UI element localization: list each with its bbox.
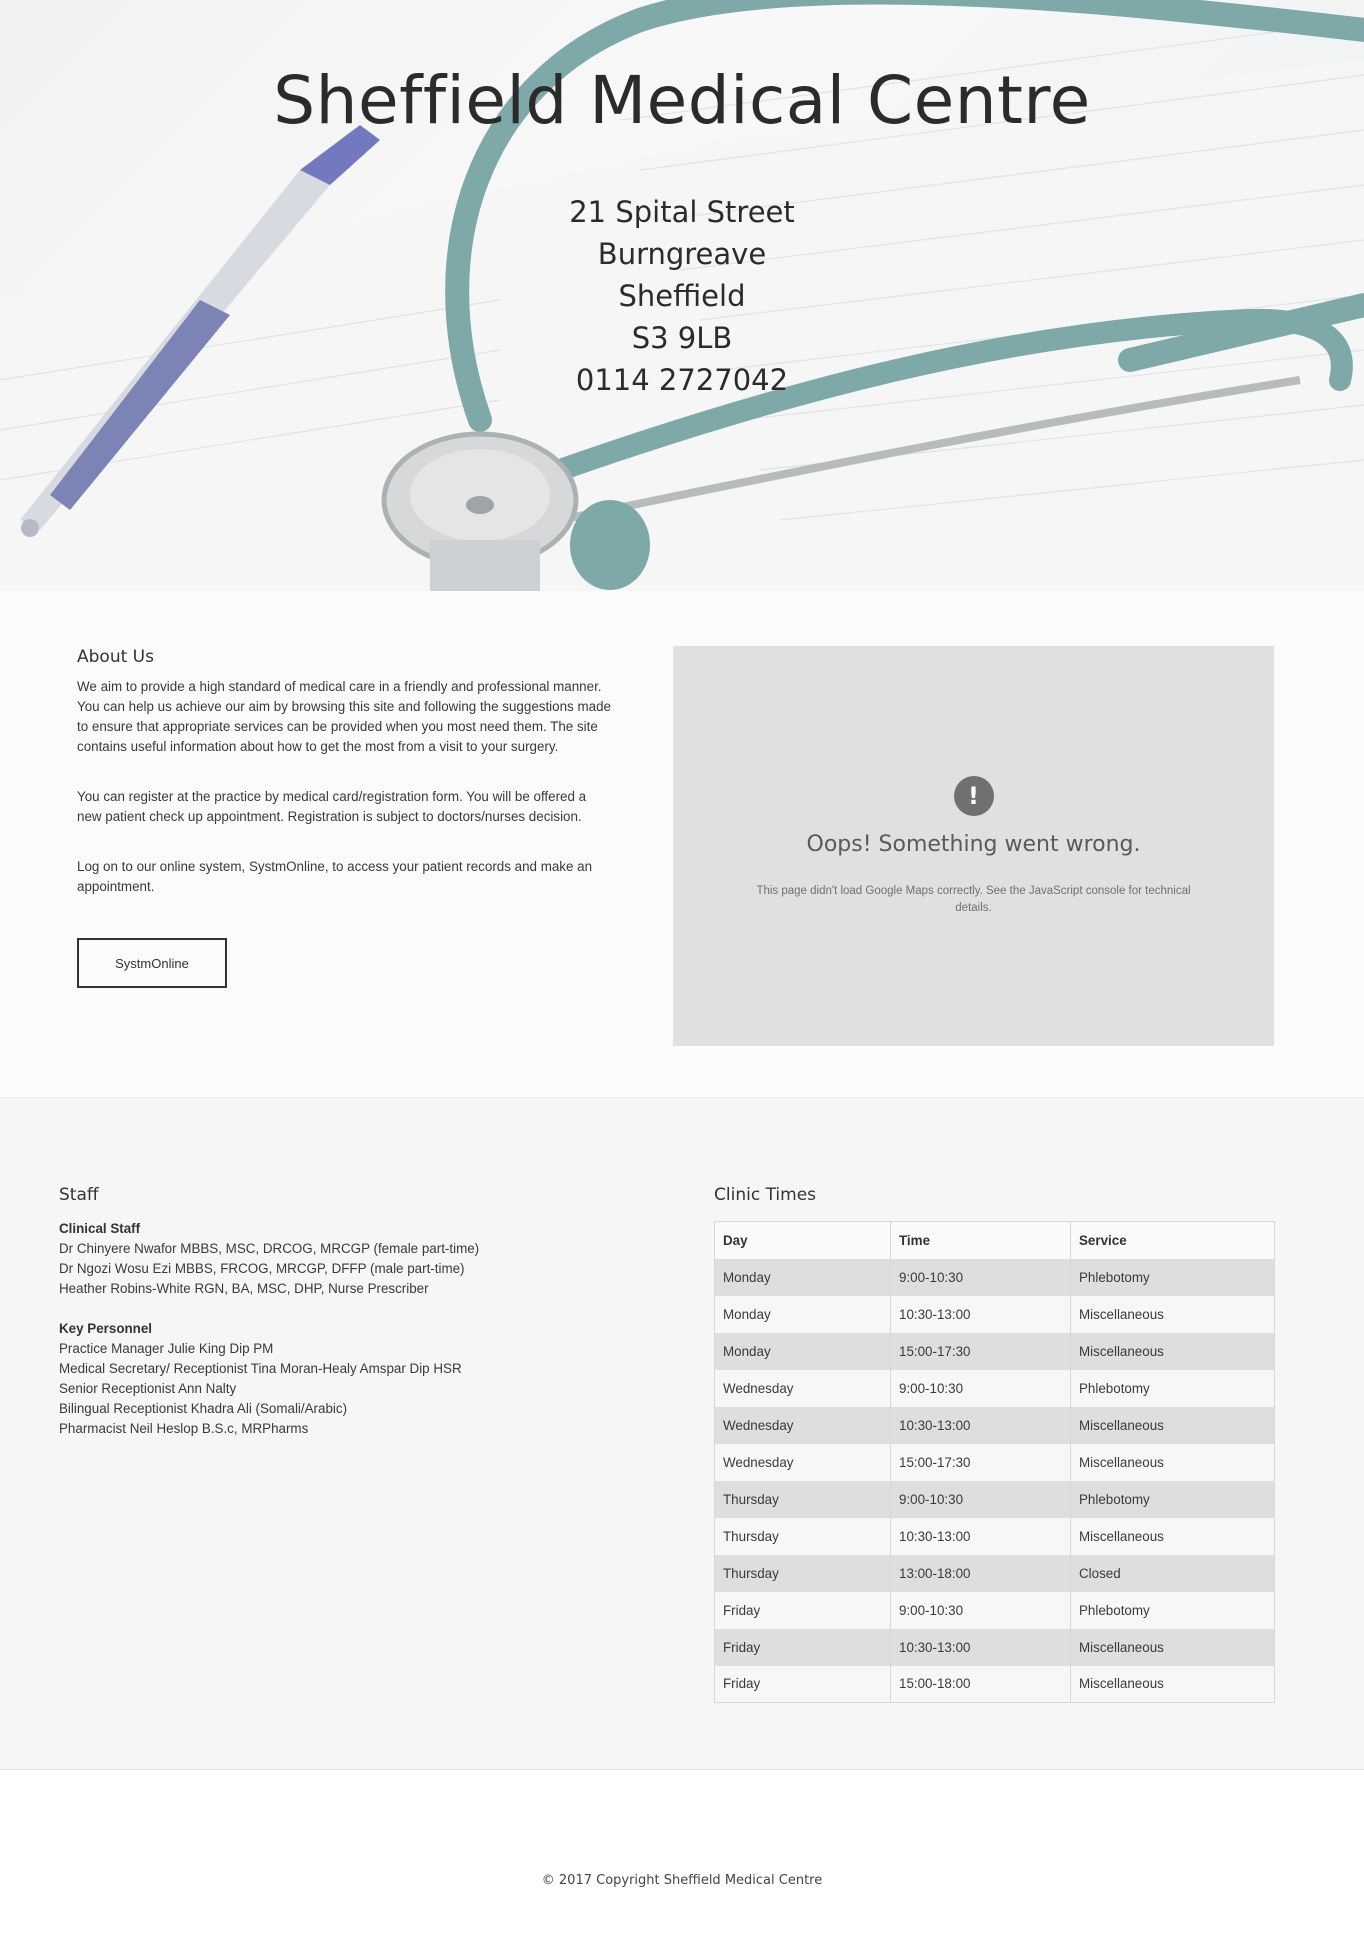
hero-banner: Sheffield Medical Centre 21 Spital Stree… bbox=[0, 0, 1364, 591]
staff-member: Heather Robins-White RGN, BA, MSC, DHP, … bbox=[59, 1281, 429, 1296]
clinic-times: Clinic Times Day Time Service Monday 9:00… bbox=[714, 1185, 1275, 1703]
clinic-times-table: Day Time Service Monday 9:00-10:30 Phlebot… bbox=[714, 1221, 1275, 1703]
cell-day: Thursday bbox=[714, 1480, 891, 1518]
table-row: Friday 15:00-18:00 Miscellaneous bbox=[714, 1665, 1275, 1703]
staff-member: Dr Chinyere Nwafor MBBS, MSC, DRCOG, MRC… bbox=[59, 1241, 480, 1256]
about-paragraph: You can register at the practice by medi… bbox=[77, 789, 587, 824]
cell-service: Miscellaneous bbox=[1070, 1443, 1275, 1481]
cell-time: 10:30-13:00 bbox=[890, 1628, 1071, 1666]
cell-service: Miscellaneous bbox=[1070, 1406, 1275, 1444]
staff-member: Pharmacist Neil Heslop B.S.c, MRPharms bbox=[59, 1421, 309, 1436]
about-paragraph: We aim to provide a high standard of med… bbox=[77, 679, 611, 754]
address-line-area: Burngreave bbox=[597, 237, 767, 271]
staff-member: Senior Receptionist Ann Nalty bbox=[59, 1381, 237, 1396]
cell-time: 10:30-13:00 bbox=[890, 1295, 1071, 1333]
map-embed[interactable]: ! Oops! Something went wrong. This page … bbox=[673, 646, 1274, 1046]
cell-time: 9:00-10:30 bbox=[890, 1369, 1071, 1407]
cell-service: Phlebotomy bbox=[1070, 1369, 1275, 1407]
staff-member: Bilingual Receptionist Khadra Ali (Somal… bbox=[59, 1401, 348, 1416]
cell-service: Miscellaneous bbox=[1070, 1517, 1275, 1555]
table-row: Wednesday 9:00-10:30 Phlebotomy bbox=[714, 1369, 1275, 1407]
staff-clinic-section: Staff Clinical Staff Dr Chinyere Nwafor … bbox=[0, 1098, 1364, 1770]
cell-day: Thursday bbox=[714, 1517, 891, 1555]
cell-day: Monday bbox=[714, 1258, 891, 1296]
map-error-message: This page didn't load Google Maps correc… bbox=[756, 885, 1191, 914]
footer: © 2017 Copyright Sheffield Medical Centr… bbox=[0, 1770, 1364, 1944]
column-header-service: Service bbox=[1070, 1221, 1275, 1259]
map-error-title: Oops! Something went wrong. bbox=[806, 832, 1141, 857]
cell-day: Friday bbox=[714, 1665, 891, 1703]
staff-member: Practice Manager Julie King Dip PM bbox=[59, 1341, 274, 1356]
about-paragraph: Log on to our online system, SystmOnline… bbox=[77, 859, 593, 894]
about-content: About Us We aim to provide a high standa… bbox=[77, 647, 612, 988]
hero-text: Sheffield Medical Centre 21 Spital Stree… bbox=[0, 0, 1364, 401]
cell-service: Phlebotomy bbox=[1070, 1591, 1275, 1629]
staff-heading: Staff bbox=[59, 1185, 99, 1205]
about-heading: About Us bbox=[77, 647, 154, 667]
cell-day: Wednesday bbox=[714, 1443, 891, 1481]
table-row: Friday 10:30-13:00 Miscellaneous bbox=[714, 1628, 1275, 1666]
clinical-staff-heading: Clinical Staff bbox=[59, 1221, 141, 1236]
table-row: Monday 9:00-10:30 Phlebotomy bbox=[714, 1258, 1275, 1296]
cell-time: 13:00-18:00 bbox=[890, 1554, 1071, 1592]
address-line-postcode: S3 9LB bbox=[631, 321, 733, 355]
cell-time: 10:30-13:00 bbox=[890, 1406, 1071, 1444]
address-line-street: 21 Spital Street bbox=[569, 195, 795, 229]
column-header-time: Time bbox=[890, 1221, 1071, 1259]
cell-time: 15:00-18:00 bbox=[890, 1665, 1071, 1703]
table-row: Wednesday 10:30-13:00 Miscellaneous bbox=[714, 1406, 1275, 1444]
cell-day: Monday bbox=[714, 1295, 891, 1333]
cell-day: Wednesday bbox=[714, 1406, 891, 1444]
table-row: Monday 10:30-13:00 Miscellaneous bbox=[714, 1295, 1275, 1333]
page-title: Sheffield Medical Centre bbox=[273, 62, 1091, 139]
cell-service: Miscellaneous bbox=[1070, 1628, 1275, 1666]
clinic-times-heading: Clinic Times bbox=[714, 1185, 817, 1205]
cell-day: Monday bbox=[714, 1332, 891, 1370]
cell-service: Closed bbox=[1070, 1554, 1275, 1592]
cell-time: 15:00-17:30 bbox=[890, 1332, 1071, 1370]
cell-time: 9:00-10:30 bbox=[890, 1480, 1071, 1518]
systmonline-button[interactable]: SystmOnline bbox=[77, 938, 227, 988]
table-row: Thursday 9:00-10:30 Phlebotomy bbox=[714, 1480, 1275, 1518]
copyright-text: © 2017 Copyright Sheffield Medical Centr… bbox=[541, 1873, 823, 1888]
staff-member: Dr Ngozi Wosu Ezi MBBS, FRCOG, MRCGP, DF… bbox=[59, 1261, 465, 1276]
cell-service: Miscellaneous bbox=[1070, 1295, 1275, 1333]
cell-time: 10:30-13:00 bbox=[890, 1517, 1071, 1555]
table-row: Thursday 10:30-13:00 Miscellaneous bbox=[714, 1517, 1275, 1555]
about-section: About Us We aim to provide a high standa… bbox=[0, 591, 1364, 1098]
phone-number: 0114 2727042 bbox=[575, 363, 789, 397]
staff-member: Medical Secretary/ Receptionist Tina Mor… bbox=[59, 1361, 462, 1376]
key-personnel-heading: Key Personnel bbox=[59, 1321, 153, 1336]
cell-service: Miscellaneous bbox=[1070, 1665, 1275, 1703]
table-row: Friday 9:00-10:30 Phlebotomy bbox=[714, 1591, 1275, 1629]
alert-icon: ! bbox=[953, 776, 994, 816]
address-line-city: Sheffield bbox=[618, 279, 746, 313]
cell-time: 15:00-17:30 bbox=[890, 1443, 1071, 1481]
cell-day: Wednesday bbox=[714, 1369, 891, 1407]
cell-day: Friday bbox=[714, 1591, 891, 1629]
table-row: Thursday 13:00-18:00 Closed bbox=[714, 1554, 1275, 1592]
column-header-day: Day bbox=[714, 1221, 891, 1259]
cell-service: Phlebotomy bbox=[1070, 1258, 1275, 1296]
cell-day: Thursday bbox=[714, 1554, 891, 1592]
cell-time: 9:00-10:30 bbox=[890, 1258, 1071, 1296]
staff-list: Staff Clinical Staff Dr Chinyere Nwafor … bbox=[59, 1185, 659, 1439]
table-header-row: Day Time Service bbox=[714, 1221, 1275, 1259]
cell-time: 9:00-10:30 bbox=[890, 1591, 1071, 1629]
table-row: Wednesday 15:00-17:30 Miscellaneous bbox=[714, 1443, 1275, 1481]
cell-service: Miscellaneous bbox=[1070, 1332, 1275, 1370]
cell-service: Phlebotomy bbox=[1070, 1480, 1275, 1518]
address-block: 21 Spital Street Burngreave Sheffield S3… bbox=[0, 191, 1364, 401]
cell-day: Friday bbox=[714, 1628, 891, 1666]
table-row: Monday 15:00-17:30 Miscellaneous bbox=[714, 1332, 1275, 1370]
